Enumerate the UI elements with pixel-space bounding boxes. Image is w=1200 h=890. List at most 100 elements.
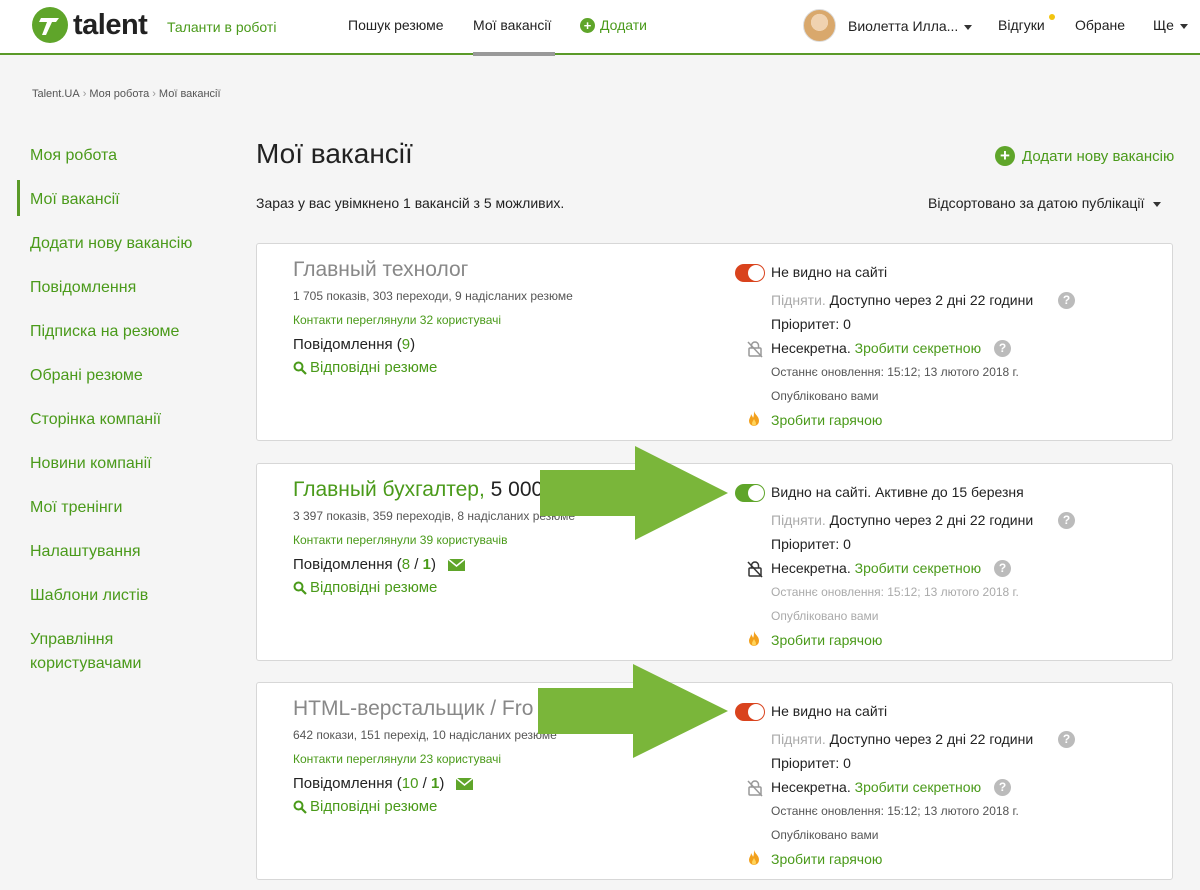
lock-off-icon: [747, 780, 763, 797]
priority: Пріоритет: 0: [771, 536, 851, 552]
sidebar-item-messages[interactable]: Повідомлення: [30, 276, 136, 300]
sidebar-item-settings[interactable]: Налаштування: [30, 540, 141, 564]
matching-resumes-label: Відповідні резюме: [310, 798, 438, 815]
make-hot-link[interactable]: Зробити гарячою: [771, 412, 882, 428]
chevron-down-icon: [964, 24, 973, 30]
contacts-viewed-link[interactable]: Контакти переглянули 39 користувачів: [293, 533, 507, 547]
nav-active-indicator: [473, 52, 555, 56]
matching-resumes-link[interactable]: Відповідні резюме: [293, 359, 437, 376]
secrecy-row: Несекретна. Зробити секретною: [771, 340, 981, 356]
priority: Пріоритет: 0: [771, 755, 851, 771]
help-icon[interactable]: ?: [1058, 512, 1075, 529]
nav-search-resumes[interactable]: Пошук резюме: [348, 17, 444, 33]
vacancy-card: Главный технолог 1 705 показів, 303 пере…: [256, 243, 1173, 441]
help-icon[interactable]: ?: [994, 560, 1011, 577]
make-hot-link[interactable]: Зробити гарячою: [771, 851, 882, 867]
help-icon[interactable]: ?: [994, 779, 1011, 796]
sidebar-item-letter-templates[interactable]: Шаблони листів: [30, 584, 148, 608]
messages-label: Повідомлення (: [293, 336, 402, 353]
breadcrumb-item[interactable]: Моя робота: [89, 88, 149, 100]
breadcrumb: Talent.UA › Моя робота › Мої вакансії: [32, 88, 221, 100]
help-icon[interactable]: ?: [994, 340, 1011, 357]
sidebar-item-add-vacancy[interactable]: Додати нову вакансію: [30, 232, 192, 256]
nav-responses[interactable]: Відгуки: [998, 17, 1045, 33]
logo-text: talent: [73, 8, 148, 41]
matching-resumes-label: Відповідні резюме: [310, 359, 438, 376]
add-new-vacancy-label: Додати нову вакансію: [1022, 147, 1175, 165]
visibility-status: Не видно на сайті: [771, 264, 888, 280]
vacancy-stats: 1 705 показів, 303 переходи, 9 надіслани…: [293, 289, 573, 303]
avatar[interactable]: [803, 9, 836, 42]
visibility-toggle[interactable]: [735, 484, 765, 502]
sidebar-item-user-management[interactable]: Управління користувачами: [30, 628, 141, 676]
messages-count: 8: [401, 556, 411, 573]
user-menu[interactable]: Виолетта Илла...: [848, 18, 973, 34]
vacancy-title-text: HTML-верстальщик / Fro: [293, 697, 534, 720]
messages-count: 10: [401, 775, 419, 792]
contacts-viewed-link[interactable]: Контакти переглянули 23 користувачі: [293, 752, 501, 766]
published-by: Опубліковано вами: [771, 609, 879, 623]
sidebar-item-company-news[interactable]: Новини компанії: [30, 452, 152, 476]
vacancy-messages[interactable]: Повідомлення (9): [293, 336, 415, 353]
user-name: Виолетта Илла...: [848, 18, 959, 34]
sidebar-active-indicator: [17, 180, 20, 216]
contacts-viewed-link[interactable]: Контакти переглянули 32 користувачі: [293, 313, 501, 327]
logo[interactable]: talent: [32, 7, 148, 43]
top-header: talent Таланти в роботі Пошук резюме Мої…: [0, 0, 1200, 56]
sidebar-item-my-vacancies[interactable]: Мої вакансії: [30, 188, 120, 212]
nav-add-button[interactable]: + Додати: [580, 17, 647, 33]
nav-more[interactable]: Ще: [1153, 17, 1188, 33]
sidebar-item-favorite-resumes[interactable]: Обрані резюме: [30, 364, 143, 388]
sort-dropdown[interactable]: Відсортовано за датою публікації: [928, 195, 1162, 211]
breadcrumb-item[interactable]: Talent.UA: [32, 88, 80, 100]
vacancy-title[interactable]: HTML-верстальщик / Fro: [293, 697, 533, 721]
fire-icon: [746, 410, 762, 432]
sort-label: Відсортовано за датою публікації: [928, 195, 1145, 211]
vacancy-title[interactable]: Главный бухгалтер, 5 000: [293, 478, 543, 502]
raise-row: Підняти. Доступно через 2 дні 22 години: [771, 512, 1033, 528]
sidebar-item-company-page[interactable]: Сторінка компанії: [30, 408, 161, 432]
raise-label: Підняти.: [771, 512, 826, 528]
toggle-knob: [748, 265, 764, 281]
visibility-toggle[interactable]: [735, 703, 765, 721]
matching-resumes-link[interactable]: Відповідні резюме: [293, 579, 437, 596]
messages-count: 9: [401, 336, 411, 353]
toggle-knob: [748, 485, 764, 501]
search-icon: [293, 581, 307, 595]
make-secret-link[interactable]: Зробити секретною: [855, 560, 981, 576]
secrecy-row: Несекретна. Зробити секретною: [771, 779, 981, 795]
vacancy-stats: 642 покази, 151 перехід, 10 надісланих р…: [293, 728, 557, 742]
mail-icon: [456, 777, 474, 790]
sidebar-item-resume-subscription[interactable]: Підписка на резюме: [30, 320, 179, 344]
vacancy-title-text: Главный бухгалтер,: [293, 478, 485, 501]
matching-resumes-link[interactable]: Відповідні резюме: [293, 798, 437, 815]
make-secret-link[interactable]: Зробити секретною: [855, 340, 981, 356]
vacancy-messages[interactable]: Повідомлення (8 / 1): [293, 556, 465, 573]
raise-row: Підняти. Доступно через 2 дні 22 години: [771, 292, 1033, 308]
make-hot-link[interactable]: Зробити гарячою: [771, 632, 882, 648]
help-icon[interactable]: ?: [1058, 731, 1075, 748]
visibility-toggle[interactable]: [735, 264, 765, 282]
published-by: Опубліковано вами: [771, 828, 879, 842]
messages-close: ): [410, 336, 416, 353]
chevron-right-icon: ›: [152, 88, 156, 100]
raise-row: Підняти. Доступно через 2 дні 22 години: [771, 731, 1033, 747]
help-icon[interactable]: ?: [1058, 292, 1075, 309]
vacancy-controls: Не видно на сайті Підняти. Доступно чере…: [732, 683, 1172, 879]
sidebar-item-my-work[interactable]: Моя робота: [30, 144, 117, 168]
nav-my-vacancies[interactable]: Мої вакансії: [473, 17, 551, 33]
vacancy-title[interactable]: Главный технолог: [293, 258, 468, 282]
tagline: Таланти в роботі: [167, 19, 277, 35]
sidebar-item-trainings[interactable]: Мої тренінги: [30, 496, 122, 520]
add-new-vacancy-button[interactable]: + Додати нову вакансію: [995, 146, 1174, 166]
chevron-down-icon: [1179, 23, 1188, 29]
make-secret-link[interactable]: Зробити секретною: [855, 779, 981, 795]
matching-resumes-label: Відповідні резюме: [310, 579, 438, 596]
secrecy-status: Несекретна.: [771, 560, 851, 576]
vacancy-messages[interactable]: Повідомлення (10 / 1): [293, 775, 474, 792]
secrecy-status: Несекретна.: [771, 340, 851, 356]
chevron-right-icon: ›: [82, 88, 87, 100]
messages-label: Повідомлення (: [293, 775, 402, 792]
nav-favorites[interactable]: Обране: [1075, 17, 1125, 33]
notification-dot: [1049, 14, 1055, 20]
